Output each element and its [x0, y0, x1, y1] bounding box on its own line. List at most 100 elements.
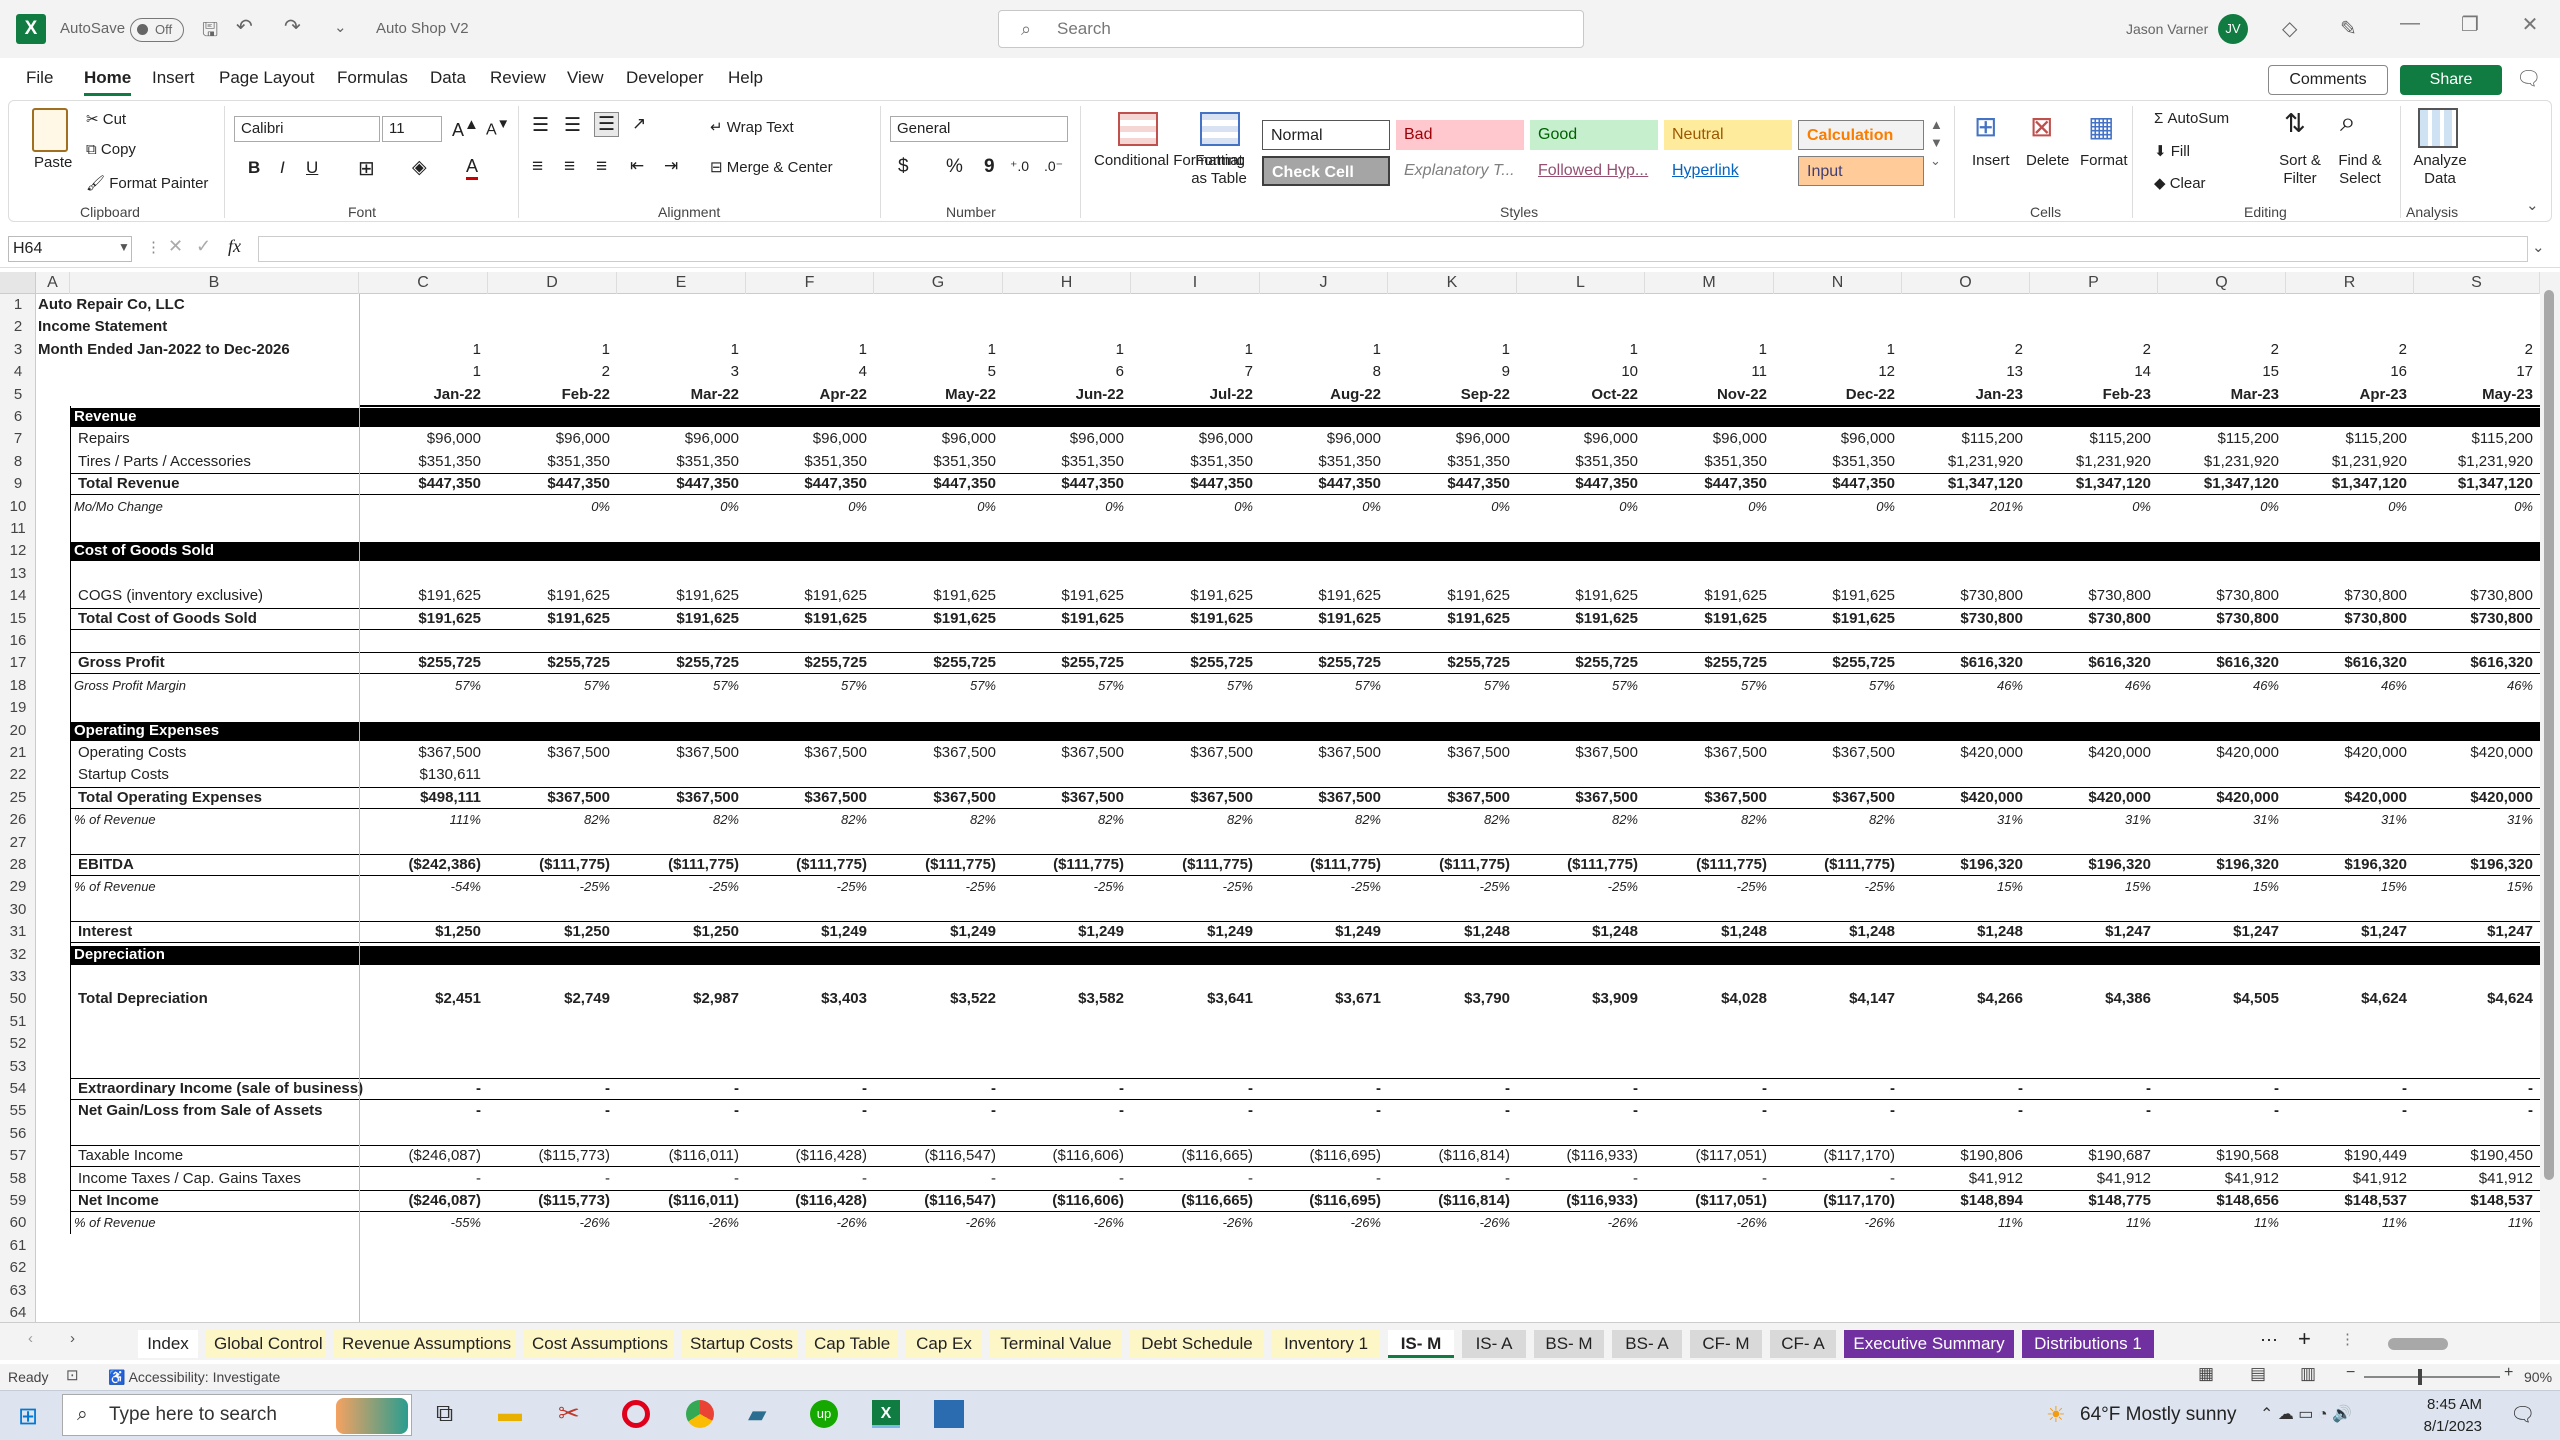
- tab-insert[interactable]: Insert: [152, 68, 195, 88]
- format-painter-button[interactable]: 🖌 Format Painter: [86, 174, 208, 192]
- value-cell[interactable]: $1,347,120: [1902, 473, 2030, 495]
- value-cell[interactable]: $730,800: [2286, 608, 2414, 630]
- month-index-cell[interactable]: 9: [1388, 361, 1517, 383]
- value-cell[interactable]: -26%: [746, 1212, 874, 1234]
- value-cell[interactable]: $2,987: [617, 988, 746, 1010]
- value-cell[interactable]: $351,350: [617, 451, 746, 473]
- value-cell[interactable]: $191,625: [1774, 585, 1902, 607]
- value-cell[interactable]: $4,624: [2286, 988, 2414, 1010]
- value-cell[interactable]: ($116,428): [746, 1190, 874, 1212]
- column-header-k[interactable]: K: [1388, 272, 1517, 294]
- value-cell[interactable]: -25%: [488, 876, 617, 898]
- month-index-cell[interactable]: 2: [488, 361, 617, 383]
- value-cell[interactable]: 82%: [1645, 809, 1774, 831]
- value-cell[interactable]: $420,000: [2286, 742, 2414, 764]
- value-cell[interactable]: -: [1902, 1078, 2030, 1100]
- value-cell[interactable]: $190,687: [2030, 1145, 2158, 1167]
- value-cell[interactable]: -25%: [617, 876, 746, 898]
- value-cell[interactable]: -: [746, 1100, 874, 1122]
- value-cell[interactable]: $2,749: [488, 988, 617, 1010]
- align-bottom-icon[interactable]: ☰: [594, 112, 620, 137]
- value-cell[interactable]: $351,350: [1003, 451, 1131, 473]
- snipping-tool-icon[interactable]: ✂: [558, 1398, 580, 1429]
- value-cell[interactable]: $1,249: [1131, 921, 1260, 943]
- value-cell[interactable]: $351,350: [1645, 451, 1774, 473]
- value-cell[interactable]: 82%: [874, 809, 1003, 831]
- year-index-cell[interactable]: 1: [1131, 339, 1260, 361]
- value-cell[interactable]: 46%: [2414, 675, 2540, 697]
- year-index-cell[interactable]: 2: [2414, 339, 2540, 361]
- share-button[interactable]: Share: [2400, 65, 2502, 95]
- value-cell[interactable]: $367,500: [1131, 787, 1260, 809]
- section-label[interactable]: Depreciation: [70, 944, 350, 966]
- value-cell[interactable]: ($117,170): [1774, 1190, 1902, 1212]
- decrease-decimal-icon[interactable]: .0⁻: [1044, 158, 1063, 175]
- column-header-d[interactable]: D: [488, 272, 617, 294]
- font-name-select[interactable]: Calibri: [234, 116, 380, 142]
- value-cell[interactable]: -26%: [1645, 1212, 1774, 1234]
- column-header-s[interactable]: S: [2414, 272, 2540, 294]
- row-label[interactable]: COGS (inventory exclusive): [70, 585, 350, 607]
- value-cell[interactable]: 57%: [746, 675, 874, 697]
- orientation-icon[interactable]: ↗: [632, 114, 646, 134]
- value-cell[interactable]: $367,500: [1517, 742, 1645, 764]
- value-cell[interactable]: ($116,428): [746, 1145, 874, 1167]
- value-cell[interactable]: $148,656: [2158, 1190, 2286, 1212]
- value-cell[interactable]: $1,250: [359, 921, 488, 943]
- year-index-cell[interactable]: 1: [1517, 339, 1645, 361]
- value-cell[interactable]: 0%: [1388, 496, 1517, 518]
- select-all-button[interactable]: [0, 272, 36, 294]
- value-cell[interactable]: $616,320: [1902, 652, 2030, 674]
- value-cell[interactable]: $367,500: [617, 787, 746, 809]
- value-cell[interactable]: $191,625: [359, 585, 488, 607]
- diamond-icon[interactable]: ◇: [2282, 16, 2297, 41]
- value-cell[interactable]: -: [1388, 1100, 1517, 1122]
- style-hyperlink[interactable]: Hyperlink: [1664, 156, 1792, 186]
- sheet-tab[interactable]: IS- A: [1462, 1330, 1526, 1358]
- search-input[interactable]: ⌕ Search: [998, 10, 1584, 48]
- value-cell[interactable]: $730,800: [2030, 608, 2158, 630]
- upwork-icon[interactable]: up: [810, 1400, 838, 1428]
- value-cell[interactable]: $148,537: [2414, 1190, 2540, 1212]
- tab-help[interactable]: Help: [728, 68, 763, 88]
- value-cell[interactable]: $3,522: [874, 988, 1003, 1010]
- style-input[interactable]: Input: [1798, 156, 1924, 186]
- month-index-cell[interactable]: 11: [1645, 361, 1774, 383]
- value-cell[interactable]: $115,200: [2158, 428, 2286, 450]
- value-cell[interactable]: $3,671: [1260, 988, 1388, 1010]
- value-cell[interactable]: $4,266: [1902, 988, 2030, 1010]
- accessibility-status[interactable]: ♿ Accessibility: Investigate: [108, 1369, 280, 1386]
- value-cell[interactable]: $1,250: [617, 921, 746, 943]
- value-cell[interactable]: $96,000: [359, 428, 488, 450]
- section-label[interactable]: Cost of Goods Sold: [70, 540, 350, 562]
- value-cell[interactable]: -: [1260, 1078, 1388, 1100]
- sheet-tab[interactable]: Executive Summary: [1844, 1330, 2014, 1358]
- value-cell[interactable]: ($111,775): [1517, 854, 1645, 876]
- value-cell[interactable]: $616,320: [2414, 652, 2540, 674]
- value-cell[interactable]: $351,350: [746, 451, 874, 473]
- month-header-cell[interactable]: Dec-22: [1774, 384, 1902, 406]
- month-index-cell[interactable]: 6: [1003, 361, 1131, 383]
- row-label[interactable]: Total Revenue: [70, 473, 350, 495]
- zoom-level[interactable]: 90%: [2524, 1369, 2552, 1385]
- increase-indent-icon[interactable]: ⇥: [664, 156, 678, 176]
- value-cell[interactable]: $1,231,920: [2030, 451, 2158, 473]
- value-cell[interactable]: $130,611: [359, 764, 488, 786]
- value-cell[interactable]: $730,800: [2158, 608, 2286, 630]
- year-index-cell[interactable]: 2: [2030, 339, 2158, 361]
- value-cell[interactable]: 31%: [2158, 809, 2286, 831]
- tab-view[interactable]: View: [567, 68, 604, 88]
- value-cell[interactable]: -26%: [1003, 1212, 1131, 1234]
- value-cell[interactable]: $1,249: [746, 921, 874, 943]
- value-cell[interactable]: -: [1003, 1168, 1131, 1190]
- merge-center-button[interactable]: ⊟ Merge & Center: [710, 158, 833, 176]
- value-cell[interactable]: -: [2414, 1100, 2540, 1122]
- cut-button[interactable]: ✂ Cut: [86, 110, 126, 128]
- value-cell[interactable]: 57%: [874, 675, 1003, 697]
- zoom-slider-thumb[interactable]: [2418, 1369, 2422, 1385]
- row-label[interactable]: Startup Costs: [70, 764, 350, 786]
- value-cell[interactable]: 0%: [617, 496, 746, 518]
- value-cell[interactable]: $1,248: [1902, 921, 2030, 943]
- value-cell[interactable]: 82%: [488, 809, 617, 831]
- weather-icon[interactable]: ☀: [2046, 1402, 2066, 1428]
